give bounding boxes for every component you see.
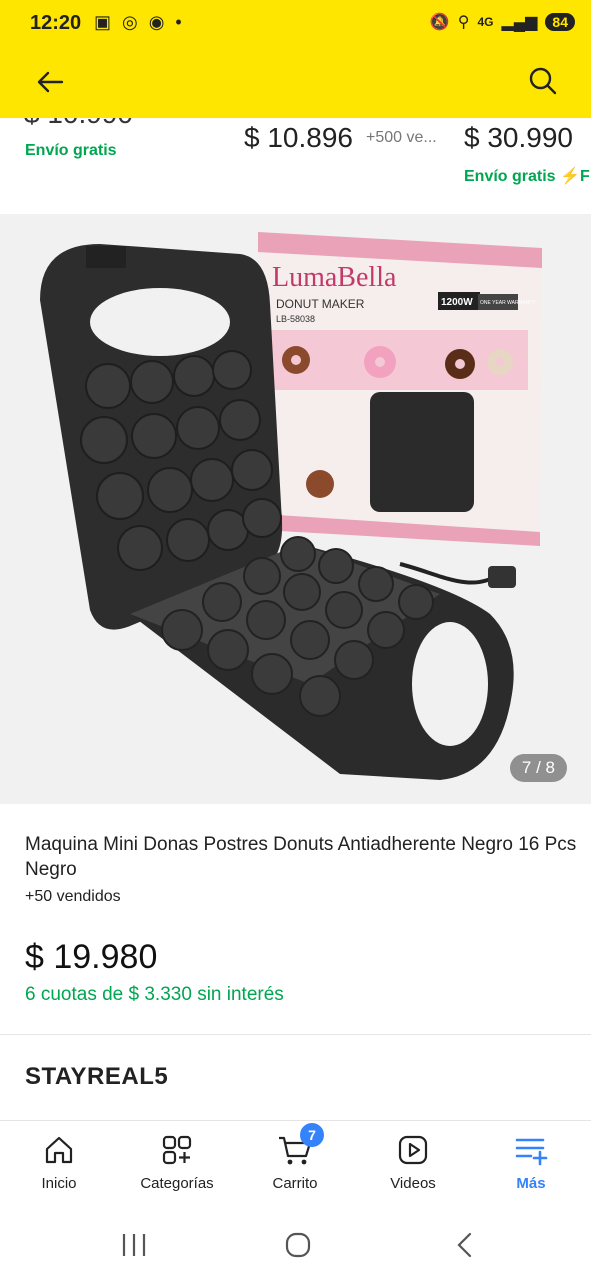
home-circle-icon[interactable] xyxy=(284,1231,312,1259)
nav-videos[interactable]: Videos xyxy=(358,1131,468,1192)
related-sold-2: +500 ve... xyxy=(366,129,437,146)
nav-categorias[interactable]: Categorías xyxy=(122,1131,232,1192)
nav-label: Carrito xyxy=(272,1175,318,1192)
related-price-2[interactable]: $ 10.896 xyxy=(244,122,353,154)
image-counter: 7 / 8 xyxy=(509,754,567,782)
related-price-3[interactable]: $ 30.990 xyxy=(464,122,573,154)
nav-carrito[interactable]: 7 Carrito xyxy=(240,1123,350,1192)
related-shipping-1: Envío gratis xyxy=(25,142,117,159)
back-triangle-icon[interactable] xyxy=(454,1231,474,1259)
svg-text:1200W: 1200W xyxy=(441,297,473,308)
network-label: 4G xyxy=(477,15,494,29)
product-title: Maquina Mini Donas Postres Donuts Antiad… xyxy=(25,834,577,880)
svg-text:LB-58038: LB-58038 xyxy=(276,314,315,324)
nav-label: Inicio xyxy=(41,1175,77,1192)
svg-text:LumaBella: LumaBella xyxy=(272,262,397,293)
bottom-navigation: Inicio Categorías 7 Carrito Videos Más xyxy=(0,1120,591,1211)
divider xyxy=(0,1034,591,1035)
full-bolt-icon: ⚡F xyxy=(560,168,590,185)
sold-count: +50 vendidos xyxy=(25,888,121,905)
battery-badge: 84 xyxy=(545,13,575,31)
status-time: 12:20 xyxy=(30,12,82,34)
donut-maker-box: LumaBella DONUT MAKER LB-58038 1200W ONE… xyxy=(258,232,542,546)
video-icon xyxy=(398,1135,428,1165)
categories-icon xyxy=(162,1135,192,1165)
menu-plus-icon xyxy=(515,1138,548,1166)
product-price: $ 19.980 xyxy=(25,938,158,976)
nav-label: Categorías xyxy=(140,1175,214,1192)
mute-icon: 🔕 xyxy=(429,14,450,31)
signal-icon: ▂▄▆ xyxy=(501,14,538,31)
location-icon: ⚲ xyxy=(457,14,470,31)
system-navigation-bar xyxy=(0,1210,591,1280)
nav-inicio[interactable]: Inicio xyxy=(4,1131,114,1192)
installments-text[interactable]: 6 cuotas de $ 3.330 sin interés xyxy=(25,984,284,1006)
nav-mas[interactable]: Más xyxy=(476,1131,586,1192)
product-image-gallery[interactable]: LumaBella DONUT MAKER LB-58038 1200W ONE… xyxy=(0,214,591,804)
home-icon xyxy=(45,1136,73,1164)
back-button[interactable] xyxy=(32,64,68,100)
related-shipping-3: Envío gratis ⚡F xyxy=(464,168,590,185)
svg-text:DONUT MAKER: DONUT MAKER xyxy=(276,297,365,311)
search-button[interactable] xyxy=(525,63,561,99)
notification-icons: ▣ ◎ ◉ • xyxy=(94,12,185,32)
recent-apps-icon[interactable] xyxy=(120,1232,148,1258)
seller-name[interactable]: STAYREAL5 xyxy=(25,1063,168,1091)
nav-label: Videos xyxy=(390,1175,436,1192)
cart-badge: 7 xyxy=(300,1123,324,1147)
status-right: 🔕 ⚲ 4G ▂▄▆ 84 xyxy=(430,12,575,32)
status-bar: 12:20 ▣ ◎ ◉ • 🔕 ⚲ 4G ▂▄▆ 84 xyxy=(0,0,591,48)
svg-text:ONE YEAR WARRANTY: ONE YEAR WARRANTY xyxy=(480,300,536,306)
top-header: 12:20 ▣ ◎ ◉ • 🔕 ⚲ 4G ▂▄▆ 84 xyxy=(0,0,591,118)
search-icon xyxy=(529,67,557,95)
nav-label: Más xyxy=(516,1175,546,1192)
arrow-left-icon xyxy=(37,71,64,93)
product-image: LumaBella DONUT MAKER LB-58038 1200W ONE… xyxy=(0,214,591,804)
